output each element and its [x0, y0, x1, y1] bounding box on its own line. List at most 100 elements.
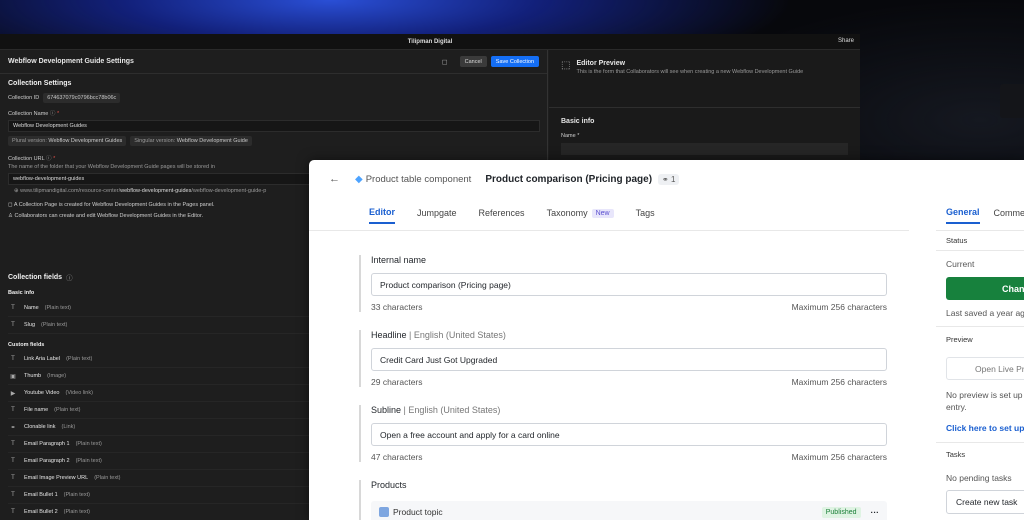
collection-name-label: Collection Name: [8, 111, 49, 117]
cancel-button[interactable]: Cancel: [459, 56, 487, 67]
fields-heading: Collection fields: [8, 273, 63, 281]
status-badge: Published: [821, 506, 861, 518]
create-task-button[interactable]: Create new task: [946, 490, 1024, 514]
content-type-icon: ◆: [355, 173, 363, 185]
field-label: Headline | English (United States): [371, 330, 506, 340]
new-badge: New: [591, 208, 614, 218]
char-max: Maximum 256 characters: [791, 377, 887, 387]
help-icon[interactable]: ⓘ: [50, 111, 56, 117]
products-field: Products Product topic Published ···: [359, 480, 887, 520]
entry-sidebar: General Comme Status Current Chang Last …: [936, 160, 1024, 520]
video-icon: ▶: [10, 390, 16, 397]
divider: [936, 326, 1024, 327]
preview-heading: Preview: [946, 335, 973, 344]
help-icon[interactable]: ⓘ: [66, 272, 73, 282]
text-icon: T: [11, 509, 15, 515]
app-title: Tilipman Digital: [407, 38, 453, 45]
headline-input[interactable]: Credit Card Just Got Upgraded: [371, 348, 887, 371]
open-live-preview-button[interactable]: Open Live Pr: [946, 357, 1024, 380]
comment-icon[interactable]: ◻: [440, 58, 450, 66]
preview-name-label: Name *: [561, 133, 580, 139]
text-icon: T: [11, 458, 15, 464]
link-icon: ⚭: [10, 424, 16, 431]
no-preview-text: No preview is set up: [946, 390, 1023, 400]
tab-general[interactable]: General: [946, 202, 980, 224]
singular-version-chip: Singular version: Webflow Development Gu…: [130, 136, 252, 146]
status-heading: Status: [946, 236, 968, 245]
internal-name-field: Internal name Product comparison (Pricin…: [359, 255, 887, 312]
entry-tabs: Editor Jumpgate References Taxonomy New T…: [369, 202, 677, 228]
no-tasks-text: No pending tasks: [946, 473, 1012, 483]
plural-version-chip: Plural version: Webflow Development Guid…: [8, 136, 127, 146]
required-mark: *: [56, 111, 60, 117]
save-collection-button[interactable]: Save Collection: [490, 56, 539, 67]
link-icon: ⚭: [662, 174, 669, 184]
settings-heading: Collection Settings: [8, 80, 72, 87]
tab-tags[interactable]: Tags: [636, 202, 655, 224]
char-count: 33 characters: [371, 302, 423, 312]
tab-editor[interactable]: Editor: [369, 202, 395, 224]
collection-name-input[interactable]: Webflow Development Guides: [8, 120, 540, 132]
headline-field: Headline | English (United States) Credi…: [359, 330, 887, 387]
text-icon: T: [11, 322, 15, 328]
window-titlebar: Tilipman Digital Share: [0, 34, 860, 50]
divider: [936, 442, 1024, 443]
text-icon: T: [11, 475, 15, 481]
entry-icon: [379, 507, 389, 517]
text-icon: T: [11, 441, 15, 447]
settings-header: Webflow Development Guide Settings ◻ Can…: [0, 50, 547, 74]
reference-card[interactable]: Product topic Published ···: [371, 501, 887, 520]
subline-field: Subline | English (United States) Open a…: [359, 405, 887, 462]
text-icon: T: [11, 407, 15, 413]
last-saved: Last saved a year ag: [946, 308, 1024, 318]
help-icon[interactable]: ⓘ: [46, 156, 52, 162]
collection-id-label: Collection ID: [8, 95, 40, 101]
field-label: Subline | English (United States): [371, 405, 501, 415]
sidebar-divider: [936, 230, 1024, 231]
entry-header: ← ◆ Product table component Product comp…: [309, 160, 1024, 198]
cursor-icon: ⬚: [561, 60, 571, 71]
char-count: 29 characters: [371, 377, 423, 387]
preview-title: Editor Preview: [576, 60, 626, 67]
tab-comments[interactable]: Comme: [994, 202, 1024, 224]
globe-icon: ⊕: [14, 188, 19, 194]
setup-preview-link[interactable]: Click here to set up a: [946, 423, 1024, 433]
sidebar-tabs: General Comme: [936, 202, 1024, 228]
text-icon: T: [11, 492, 15, 498]
field-label: Internal name: [371, 255, 427, 265]
tab-taxonomy[interactable]: Taxonomy New: [547, 202, 614, 224]
image-icon: ▣: [10, 373, 16, 380]
share-button[interactable]: Share: [838, 38, 854, 44]
content-type-name[interactable]: Product table component: [366, 174, 472, 185]
references-badge[interactable]: ⚭ 1: [658, 173, 680, 185]
text-icon: T: [11, 356, 15, 362]
cms-entry-editor: ← ◆ Product table component Product comp…: [309, 160, 1024, 520]
tab-divider: [309, 230, 909, 231]
char-max: Maximum 256 characters: [791, 302, 887, 312]
settings-title: Webflow Development Guide Settings: [8, 58, 134, 65]
text-icon: T: [11, 305, 15, 311]
back-arrow-icon[interactable]: ←: [329, 173, 355, 185]
reference-title: Product topic: [393, 507, 443, 517]
tasks-heading: Tasks: [946, 450, 966, 459]
subline-input[interactable]: Open a free account and apply for a card…: [371, 423, 887, 446]
more-icon[interactable]: ···: [871, 507, 880, 517]
internal-name-input[interactable]: Product comparison (Pricing page): [371, 273, 887, 296]
editor-preview-header: ⬚ Editor Preview This is the form that C…: [549, 50, 860, 108]
char-count: 47 characters: [371, 452, 423, 462]
collection-id-value[interactable]: 674637079c0796bcc78b06c: [43, 93, 121, 103]
char-max: Maximum 256 characters: [791, 452, 887, 462]
current-label: Current: [946, 259, 975, 269]
preview-basic-info: Basic info: [561, 118, 595, 125]
tab-references[interactable]: References: [479, 202, 525, 224]
required-mark: *: [53, 156, 56, 162]
preview-name-input[interactable]: [561, 143, 848, 155]
user-icon: ♙: [8, 213, 13, 219]
change-status-button[interactable]: Chang: [946, 277, 1024, 300]
tab-jumpgate[interactable]: Jumpgate: [417, 202, 457, 224]
collection-url-label: Collection URL: [8, 156, 45, 162]
background-window-fragment: [1000, 84, 1024, 118]
preview-desc: This is the form that Collaborators will…: [576, 69, 804, 75]
no-preview-text-2: entry.: [946, 402, 967, 412]
page-icon: ◻: [8, 202, 13, 208]
